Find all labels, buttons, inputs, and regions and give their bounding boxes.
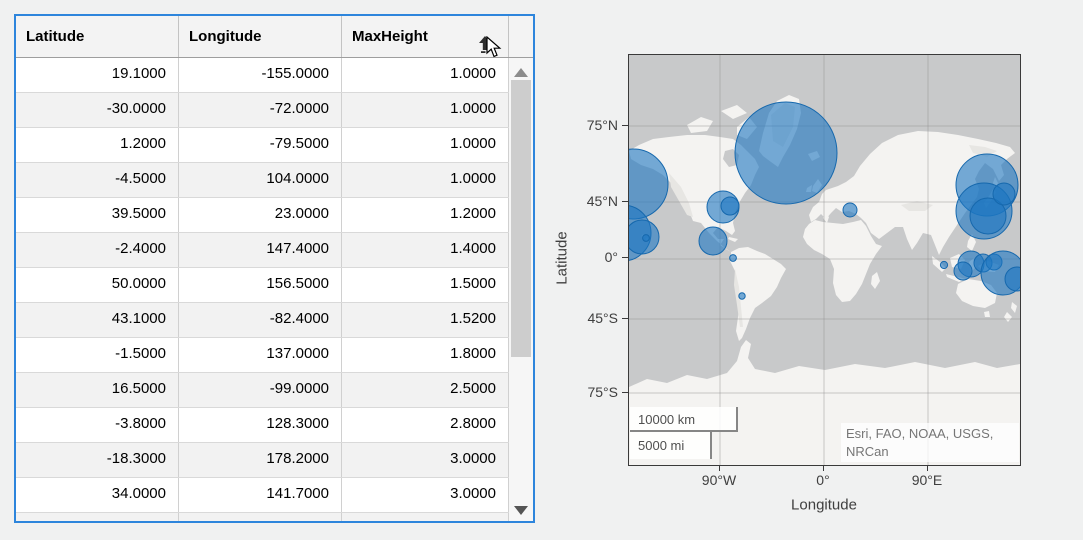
y-tick-label: 45°N <box>586 193 618 209</box>
table-cell[interactable]: 43.1000 <box>16 303 179 337</box>
table-cell[interactable]: -82.4000 <box>179 303 342 337</box>
table-cell[interactable]: 39.5000 <box>16 198 179 232</box>
table-cell[interactable]: 104.0000 <box>179 163 342 197</box>
world-basemap <box>629 55 1020 465</box>
table-cell[interactable]: 86.8830 <box>179 513 342 521</box>
column-header-maxheight[interactable]: MaxHeight <box>342 16 509 57</box>
table-cell[interactable]: -99.0000 <box>179 373 342 407</box>
header-corner <box>509 16 533 57</box>
y-tick-label: 75°S <box>587 384 618 400</box>
table-cell[interactable]: 2.5000 <box>342 373 509 407</box>
table-cell[interactable]: 1.0000 <box>342 163 509 197</box>
table-cell[interactable]: 147.4000 <box>179 233 342 267</box>
table-row[interactable]: -3.8000 128.3000 2.8000 <box>16 408 509 443</box>
table-row[interactable]: -4.5000 104.0000 1.0000 <box>16 163 509 198</box>
table-row[interactable]: -30.0000 -72.0000 1.0000 <box>16 93 509 128</box>
table-cell[interactable]: -79.5000 <box>179 128 342 162</box>
data-bubble <box>738 292 746 300</box>
table-row[interactable]: 16.5000 -99.0000 2.5000 <box>16 373 509 408</box>
scalebar-km: 10000 km <box>630 407 738 432</box>
table-cell[interactable]: -30.0000 <box>16 93 179 127</box>
scalebar-mi: 5000 mi <box>630 432 712 459</box>
table-cell[interactable]: 1.5000 <box>342 268 509 302</box>
app-window: Latitude Longitude MaxHeight 19.1000 -155… <box>0 0 1083 540</box>
column-header-label: MaxHeight <box>352 28 428 45</box>
table-header-row: Latitude Longitude MaxHeight <box>16 16 533 58</box>
uitable: Latitude Longitude MaxHeight 19.1000 -155… <box>14 14 535 523</box>
data-bubble <box>720 196 740 216</box>
map-x-axis-label: Longitude <box>791 496 857 514</box>
table-row[interactable]: 1.2000 -79.5000 1.0000 <box>16 128 509 163</box>
table-cell[interactable]: 141.7000 <box>179 478 342 512</box>
data-bubble <box>729 254 737 262</box>
column-header-longitude[interactable]: Longitude <box>179 16 342 57</box>
table-row[interactable]: 39.5000 23.0000 1.2000 <box>16 198 509 233</box>
map-scalebar: 10000 km 5000 mi <box>630 407 738 459</box>
table-cell[interactable]: 19.1000 <box>16 58 179 92</box>
table-cell[interactable]: 1.0000 <box>342 128 509 162</box>
table-cell[interactable]: 1.2000 <box>342 198 509 232</box>
map-y-axis-label: Latitude <box>553 231 571 285</box>
table-row[interactable]: 19.1000 -155.0000 1.0000 <box>16 58 509 93</box>
table-cell[interactable]: -72.0000 <box>179 93 342 127</box>
table-row[interactable]: 43.1000 -82.4000 1.5200 <box>16 303 509 338</box>
table-body: 19.1000 -155.0000 1.0000 -30.0000 -72.0000 1.… <box>16 58 509 521</box>
vertical-scrollbar[interactable] <box>509 58 533 521</box>
table-cell[interactable]: -2.4000 <box>16 233 179 267</box>
scrollbar-down-icon[interactable] <box>514 506 528 515</box>
table-cell[interactable]: 1.5200 <box>342 303 509 337</box>
table-cell[interactable]: -155.0000 <box>179 58 342 92</box>
x-tick-label: 90°W <box>701 472 737 488</box>
table-cell[interactable]: 3.0000 <box>342 478 509 512</box>
data-bubble <box>698 226 728 256</box>
table-cell[interactable]: 16.5000 <box>16 373 179 407</box>
table-cell[interactable]: 34.0000 <box>16 478 179 512</box>
x-tick-label: 90°E <box>911 472 943 488</box>
data-bubble <box>953 261 973 281</box>
table-cell[interactable]: 1.0000 <box>342 58 509 92</box>
table-cell[interactable]: -1.5000 <box>16 338 179 372</box>
table-cell[interactable]: -3.8000 <box>16 408 179 442</box>
table-cell[interactable]: 1.2000 <box>16 128 179 162</box>
table-row[interactable]: -18.3000 178.2000 3.0000 <box>16 443 509 478</box>
x-tick-label: 0° <box>816 472 830 488</box>
y-tick-label: 45°S <box>587 310 618 326</box>
table-cell[interactable]: 137.0000 <box>179 338 342 372</box>
column-header-latitude[interactable]: Latitude <box>16 16 179 57</box>
table-cell[interactable]: 178.2000 <box>179 443 342 477</box>
table-row[interactable]: 41.700086.88303.0000 <box>16 513 509 521</box>
table-cell[interactable]: -4.5000 <box>16 163 179 197</box>
table-row[interactable]: 50.0000 156.5000 1.5000 <box>16 268 509 303</box>
scrollbar-up-icon[interactable] <box>514 68 528 77</box>
data-bubble <box>642 234 650 242</box>
table-row[interactable]: -2.4000 147.4000 1.4000 <box>16 233 509 268</box>
data-bubble <box>734 101 838 205</box>
geobubble-map: 10000 km 5000 mi Esri, FAO, NOAA, USGS, … <box>628 54 1021 466</box>
data-bubble <box>992 182 1016 206</box>
table-cell[interactable]: -18.3000 <box>16 443 179 477</box>
table-cell[interactable]: 3.0000 <box>342 443 509 477</box>
table-row[interactable]: 34.0000 141.7000 3.0000 <box>16 478 509 513</box>
table-cell[interactable]: 1.8000 <box>342 338 509 372</box>
table-cell[interactable]: 41.7000 <box>16 513 179 521</box>
table-row[interactable]: -1.5000 137.0000 1.8000 <box>16 338 509 373</box>
map-attribution: Esri, FAO, NOAA, USGS, NRCan <box>841 423 1019 463</box>
table-cell[interactable]: 156.5000 <box>179 268 342 302</box>
table-cell[interactable]: 50.0000 <box>16 268 179 302</box>
y-tick-label: 0° <box>604 249 618 265</box>
scrollbar-thumb[interactable] <box>511 80 531 357</box>
table-cell[interactable]: 128.3000 <box>179 408 342 442</box>
y-tick-label: 75°N <box>586 117 618 133</box>
table-cell[interactable]: 2.8000 <box>342 408 509 442</box>
mouse-cursor-icon <box>486 35 503 64</box>
data-bubble <box>842 202 858 218</box>
data-bubble <box>939 260 949 270</box>
table-cell[interactable]: 1.4000 <box>342 233 509 267</box>
table-cell[interactable]: 1.0000 <box>342 93 509 127</box>
table-cell[interactable]: 3.0000 <box>342 513 509 521</box>
table-cell[interactable]: 23.0000 <box>179 198 342 232</box>
